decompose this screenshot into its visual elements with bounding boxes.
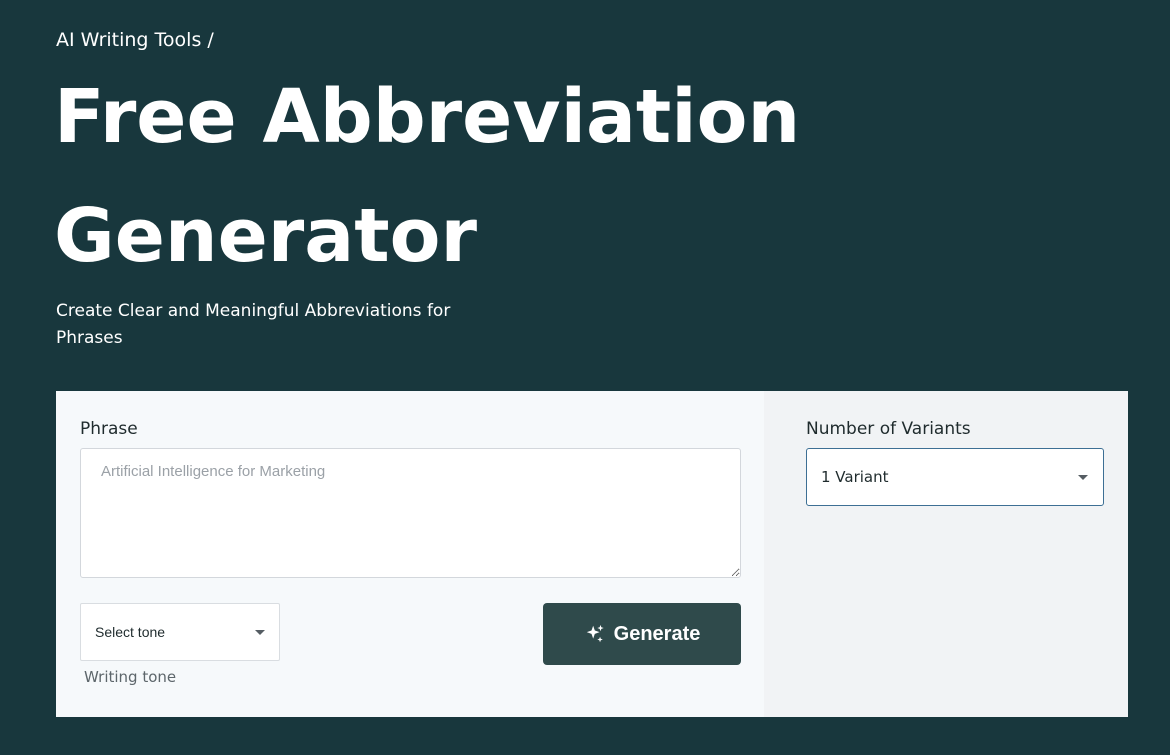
breadcrumb-separator: / [207,29,214,51]
sparkle-icon [584,623,606,645]
generate-button-label: Generate [613,622,701,645]
page-subtitle: Create Clear and Meaningful Abbreviation… [56,301,451,348]
tone-select[interactable]: Select tone [80,603,280,661]
breadcrumb: AI Writing Tools / [56,29,214,51]
page-title: Free Abbreviation Generator [54,74,801,279]
variants-select[interactable]: 1 Variant [806,448,1104,506]
chevron-down-icon [255,629,265,635]
generator-form-panel: Phrase Select tone Writing tone Generate… [56,391,1128,717]
phrase-label: Phrase [80,419,138,439]
tone-helper-text: Writing tone [84,668,177,686]
chevron-down-icon [1078,474,1088,480]
phrase-input[interactable] [80,448,741,578]
generate-button[interactable]: Generate [543,603,741,665]
tone-select-value: Select tone [95,624,166,640]
breadcrumb-link-ai-writing-tools[interactable]: AI Writing Tools [56,29,201,51]
variants-label: Number of Variants [806,419,971,439]
form-options-area: Number of Variants 1 Variant [764,391,1128,717]
form-main-area: Phrase Select tone Writing tone Generate [56,391,764,717]
variants-select-value: 1 Variant [821,468,889,486]
